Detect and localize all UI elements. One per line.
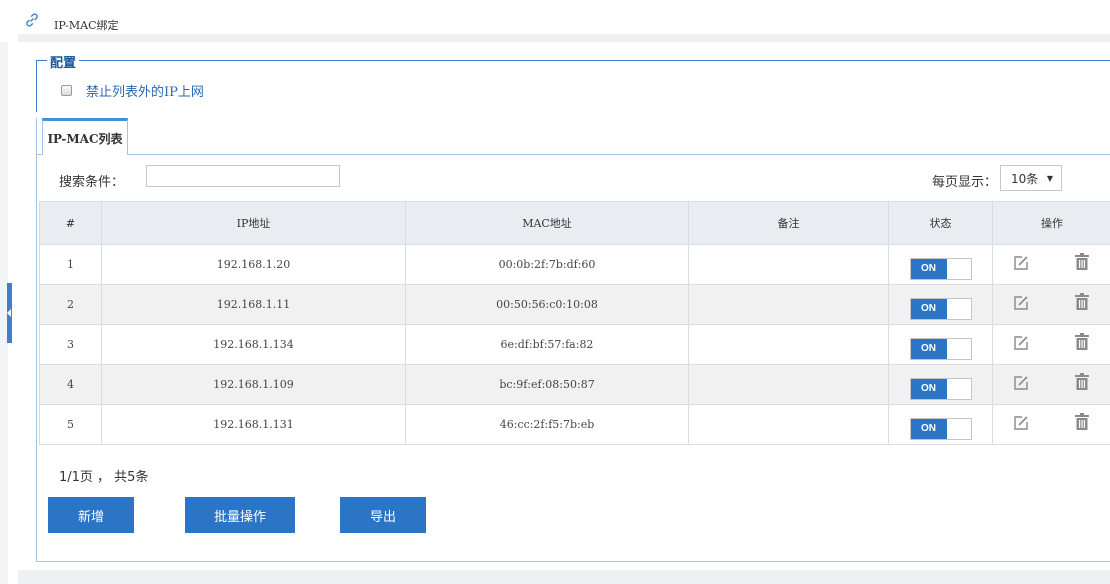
trash-icon[interactable] <box>1075 253 1089 270</box>
row-index: 5 <box>39 404 102 445</box>
edit-icon[interactable] <box>1013 255 1029 271</box>
row-index: 1 <box>39 244 102 285</box>
ip-mac-table: # IP地址 MAC地址 备注 状态 操作 1 192.168.1.20 00:0b… <box>39 201 1110 445</box>
column-header-ip: IP地址 <box>101 201 406 245</box>
search-input[interactable] <box>146 165 340 187</box>
edit-icon[interactable] <box>1013 295 1029 311</box>
row-mac: 00:50:56:c0:10:08 <box>405 284 689 325</box>
add-button[interactable]: 新增 <box>48 497 134 533</box>
row-actions-cell <box>992 404 1110 445</box>
page-title: IP-MAC绑定 <box>54 19 119 32</box>
per-page-select[interactable]: 10条 ▼ <box>1000 165 1062 191</box>
row-note <box>688 284 889 325</box>
edit-icon[interactable] <box>1013 375 1029 391</box>
row-mac: 00:0b:2f:7b:df:60 <box>405 244 689 285</box>
row-ip: 192.168.1.109 <box>101 364 406 405</box>
table-row: 4 192.168.1.109 bc:9f:ef:08:50:87 ON <box>39 364 1110 405</box>
row-ip: 192.168.1.131 <box>101 404 406 445</box>
status-toggle-label: ON <box>910 298 947 319</box>
column-header-note: 备注 <box>688 201 889 245</box>
title-divider <box>18 34 1110 42</box>
row-note <box>688 364 889 405</box>
row-actions-cell <box>992 244 1110 285</box>
row-mac: 6e:df:bf:57:fa:82 <box>405 324 689 365</box>
row-status-cell: ON <box>888 324 993 365</box>
batch-operation-button[interactable]: 批量操作 <box>185 497 295 533</box>
row-note <box>688 244 889 285</box>
top-bar: IP-MAC绑定 <box>0 0 1110 42</box>
row-note <box>688 404 889 445</box>
row-index: 2 <box>39 284 102 325</box>
config-legend: 配置 <box>47 52 80 71</box>
link-icon <box>26 13 38 27</box>
row-note <box>688 324 889 365</box>
bottom-band <box>18 570 1110 584</box>
column-header-actions: 操作 <box>992 201 1110 245</box>
chevron-down-icon: ▼ <box>1046 174 1053 183</box>
status-toggle[interactable]: ON <box>909 377 972 400</box>
per-page-label: 每页显示： <box>932 175 998 190</box>
status-toggle-label: ON <box>910 258 947 279</box>
row-status-cell: ON <box>888 364 993 405</box>
config-fieldset: 配置 禁止列表外的IP上网 <box>36 52 1110 112</box>
row-ip: 192.168.1.11 <box>101 284 406 325</box>
trash-icon[interactable] <box>1075 413 1089 430</box>
column-header-mac: MAC地址 <box>405 201 689 245</box>
block-unlisted-ip-label: 禁止列表外的IP上网 <box>86 85 204 100</box>
row-index: 4 <box>39 364 102 405</box>
tab-strip <box>37 154 1110 155</box>
row-ip: 192.168.1.134 <box>101 324 406 365</box>
status-toggle-label: ON <box>910 378 947 399</box>
status-toggle-label: ON <box>910 338 947 359</box>
row-mac: bc:9f:ef:08:50:87 <box>405 364 689 405</box>
row-status-cell: ON <box>888 284 993 325</box>
row-status-cell: ON <box>888 244 993 285</box>
trash-icon[interactable] <box>1075 373 1089 390</box>
table-row: 3 192.168.1.134 6e:df:bf:57:fa:82 ON <box>39 324 1110 365</box>
sidebar-collapse-handle[interactable] <box>7 283 12 343</box>
table-row: 1 192.168.1.20 00:0b:2f:7b:df:60 ON <box>39 244 1110 285</box>
edit-icon[interactable] <box>1013 335 1029 351</box>
table-row: 2 192.168.1.11 00:50:56:c0:10:08 ON <box>39 284 1110 325</box>
status-toggle[interactable]: ON <box>909 337 972 360</box>
table-row: 5 192.168.1.131 46:cc:2f:f5:7b:eb ON <box>39 404 1110 445</box>
status-toggle[interactable]: ON <box>909 297 972 320</box>
edit-icon[interactable] <box>1013 415 1029 431</box>
trash-icon[interactable] <box>1075 333 1089 350</box>
export-button[interactable]: 导出 <box>340 497 426 533</box>
block-unlisted-ip-option[interactable]: 禁止列表外的IP上网 <box>61 81 204 100</box>
per-page-selected: 10条 <box>1011 171 1039 186</box>
column-header-status: 状态 <box>888 201 993 245</box>
row-mac: 46:cc:2f:f5:7b:eb <box>405 404 689 445</box>
block-unlisted-ip-checkbox[interactable] <box>61 85 72 96</box>
table-header-row: # IP地址 MAC地址 备注 状态 操作 <box>39 201 1110 245</box>
row-status-cell: ON <box>888 404 993 445</box>
row-actions-cell <box>992 284 1110 325</box>
status-toggle[interactable]: ON <box>909 257 972 280</box>
trash-icon[interactable] <box>1075 293 1089 310</box>
row-actions-cell <box>992 364 1110 405</box>
row-actions-cell <box>992 324 1110 365</box>
column-header-index: # <box>39 201 102 245</box>
row-index: 3 <box>39 324 102 365</box>
pagination-info: 1/1页 ， 共5条 <box>59 470 149 485</box>
ip-mac-list-panel: IP-MAC列表 搜索条件： 每页显示： 10条 ▼ # IP地址 MAC地址 … <box>36 118 1110 562</box>
status-toggle-label: ON <box>910 418 947 439</box>
row-ip: 192.168.1.20 <box>101 244 406 285</box>
status-toggle[interactable]: ON <box>909 417 972 440</box>
search-label: 搜索条件： <box>59 175 125 190</box>
tab-ip-mac-list[interactable]: IP-MAC列表 <box>42 118 128 155</box>
